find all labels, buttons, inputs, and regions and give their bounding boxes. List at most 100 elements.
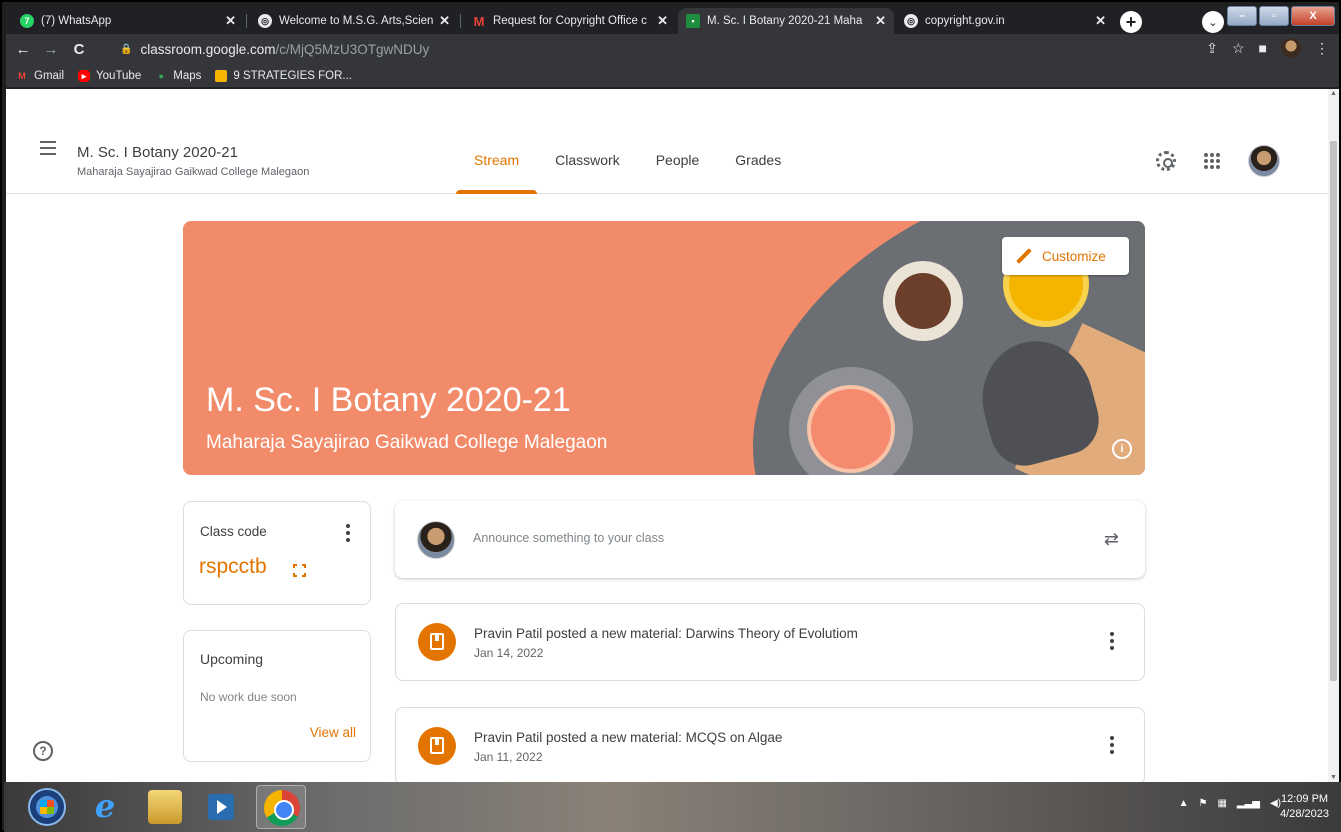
info-icon[interactable]: i (1112, 439, 1132, 459)
window-close-button[interactable]: X (1291, 6, 1335, 26)
tab-gmail-copyright[interactable]: M Request for Copyright Office c ✕ (464, 8, 676, 34)
tab-separator (246, 14, 247, 28)
clock[interactable]: 12:09 PM 4/28/2023 (1280, 792, 1329, 822)
forward-button[interactable]: → (40, 41, 62, 58)
gear-icon[interactable] (1156, 151, 1176, 171)
profile-avatar[interactable] (1281, 38, 1301, 58)
internet-explorer-icon[interactable]: e (88, 790, 122, 824)
pencil-icon (1016, 248, 1032, 264)
network-icon[interactable]: ▦ (1217, 798, 1226, 809)
tab-copyright-gov[interactable]: ◎ copyright.gov.in ✕ (896, 8, 1114, 34)
tab-whatsapp[interactable]: 7 (7) WhatsApp ✕ (12, 8, 244, 34)
apps-grid-icon[interactable] (1204, 153, 1220, 169)
avatar (417, 521, 455, 559)
menu-icon[interactable] (40, 141, 56, 159)
share-icon[interactable]: ⇪ (1206, 40, 1218, 57)
scroll-up-arrow[interactable]: ▲ (1329, 90, 1338, 97)
tab-classwork[interactable]: Classwork (537, 89, 638, 194)
bookmark-star-icon[interactable]: ☆ (1232, 40, 1245, 57)
minimize-button[interactable]: – (1227, 6, 1257, 26)
file-explorer-icon[interactable] (148, 790, 182, 824)
more-vert-icon[interactable] (1110, 632, 1114, 650)
media-player-icon[interactable] (204, 790, 238, 824)
lock-icon: 🔒 (120, 43, 133, 55)
more-vert-icon[interactable] (346, 524, 350, 542)
window-controls: – ▫ X (1225, 6, 1335, 26)
signal-icon[interactable]: ▂▃▅ (1237, 798, 1260, 809)
bookmarks-bar: M Gmail ▸ YouTube ● Maps 9 STRATEGIES FO… (6, 64, 1339, 88)
announce-placeholder[interactable]: Announce something to your class (473, 531, 664, 545)
help-icon[interactable]: ? (33, 741, 53, 761)
url-path: /c/MjQ5MzU3OTgwNDUy (275, 41, 430, 57)
tab-grades[interactable]: Grades (717, 89, 799, 194)
classroom-header: M. Sc. I Botany 2020-21 Maharaja Sayajir… (6, 89, 1328, 194)
stream-post[interactable]: Pravin Patil posted a new material: Darw… (395, 603, 1145, 681)
tab-title: Request for Copyright Office c (493, 15, 647, 27)
tab-title: (7) WhatsApp (41, 15, 112, 27)
bookmark-gmail[interactable]: M Gmail (16, 70, 64, 82)
upcoming-label: Upcoming (200, 651, 264, 667)
scroll-down-arrow[interactable]: ▼ (1329, 774, 1338, 781)
tray-arrow-icon[interactable]: ▲ (1179, 798, 1189, 809)
tab-people[interactable]: People (638, 89, 718, 194)
gmail-icon: M (473, 13, 485, 29)
customize-button[interactable]: Customize (1002, 237, 1129, 275)
toolbar-actions: ⇪ ☆ ■ ⋮ (1206, 38, 1329, 58)
address-bar[interactable]: 🔒 classroom.google.com/c/MjQ5MzU3OTgwNDU… (120, 37, 1189, 61)
bookmark-label: Gmail (34, 69, 65, 82)
class-section: Maharaja Sayajirao Gaikwad College Maleg… (77, 166, 310, 178)
browser-menu-icon[interactable]: ⋮ (1315, 40, 1329, 57)
windows-taskbar: e ▲ ⚑ ▦ ▂▃▅ ◀) 12:09 PM 4/28/2023 (4, 782, 1341, 832)
bookmark-label: 9 STRATEGIES FOR... (233, 69, 352, 82)
tab-msg-arts[interactable]: ◎ Welcome to M.S.G. Arts,Scienc ✕ (250, 8, 458, 34)
new-tab-button[interactable]: + (1120, 11, 1142, 33)
bookmark-label: YouTube (96, 69, 142, 82)
close-icon[interactable]: ✕ (439, 13, 450, 29)
close-icon[interactable]: ✕ (1095, 13, 1106, 29)
close-icon[interactable]: ✕ (225, 13, 236, 29)
page-scrollbar[interactable]: ▲ ▼ (1328, 89, 1339, 782)
close-icon[interactable]: ✕ (657, 13, 668, 29)
close-icon[interactable]: ✕ (875, 13, 886, 29)
gmail-icon: M (18, 70, 26, 81)
more-vert-icon[interactable] (1110, 736, 1114, 754)
bookmark-youtube[interactable]: ▸ YouTube (78, 69, 142, 82)
maximize-button[interactable]: ▫ (1259, 6, 1289, 26)
stream-post[interactable]: Pravin Patil posted a new material: MCQS… (395, 707, 1145, 782)
tab-search-button[interactable]: ⌄ (1202, 11, 1224, 33)
tab-strip: 7 (7) WhatsApp ✕ ◎ Welcome to M.S.G. Art… (6, 6, 1339, 34)
bookmark-maps[interactable]: ● Maps (155, 70, 202, 82)
maps-icon: ● (158, 70, 164, 81)
post-title[interactable]: Pravin Patil posted a new material: MCQS… (474, 730, 782, 745)
reload-button[interactable]: C (68, 41, 90, 58)
view-all-link[interactable]: View all (310, 725, 356, 740)
announce-box[interactable]: Announce something to your class ⇄ (395, 501, 1145, 578)
system-tray: ▲ ⚑ ▦ ▂▃▅ ◀) (1179, 798, 1281, 809)
tab-title: Welcome to M.S.G. Arts,Scienc (279, 15, 434, 27)
banner-illustration (807, 385, 895, 473)
scrollbar-thumb[interactable] (1330, 141, 1337, 681)
tab-title: copyright.gov.in (925, 15, 1005, 27)
class-title[interactable]: M. Sc. I Botany 2020-21 (77, 144, 238, 161)
tab-classroom[interactable]: ▪ M. Sc. I Botany 2020-21 Maha ✕ (678, 8, 894, 34)
action-center-icon[interactable]: ⚑ (1198, 798, 1207, 809)
avatar[interactable] (1248, 145, 1280, 177)
banner-illustration (883, 261, 963, 341)
globe-icon: ◎ (904, 14, 918, 28)
clock-time: 12:09 PM (1280, 793, 1329, 805)
post-title[interactable]: Pravin Patil posted a new material: Darw… (474, 626, 858, 641)
chrome-icon[interactable] (256, 785, 306, 829)
back-button[interactable]: ← (12, 41, 34, 58)
customize-label: Customize (1042, 248, 1106, 264)
fullscreen-icon[interactable] (293, 564, 306, 577)
browser-toolbar: ← → C 🔒 classroom.google.com/c/MjQ5MzU3O… (6, 34, 1339, 64)
classroom-icon: ▪ (686, 14, 700, 28)
tab-stream[interactable]: Stream (456, 89, 538, 194)
start-button[interactable] (28, 788, 66, 826)
bookmark-strategies[interactable]: 9 STRATEGIES FOR... (215, 69, 352, 82)
repost-icon[interactable]: ⇄ (1104, 529, 1119, 550)
clock-date: 4/28/2023 (1280, 808, 1329, 820)
material-icon (418, 623, 456, 661)
class-code-label: Class code (200, 524, 267, 539)
side-panel-icon[interactable]: ■ (1259, 40, 1267, 56)
